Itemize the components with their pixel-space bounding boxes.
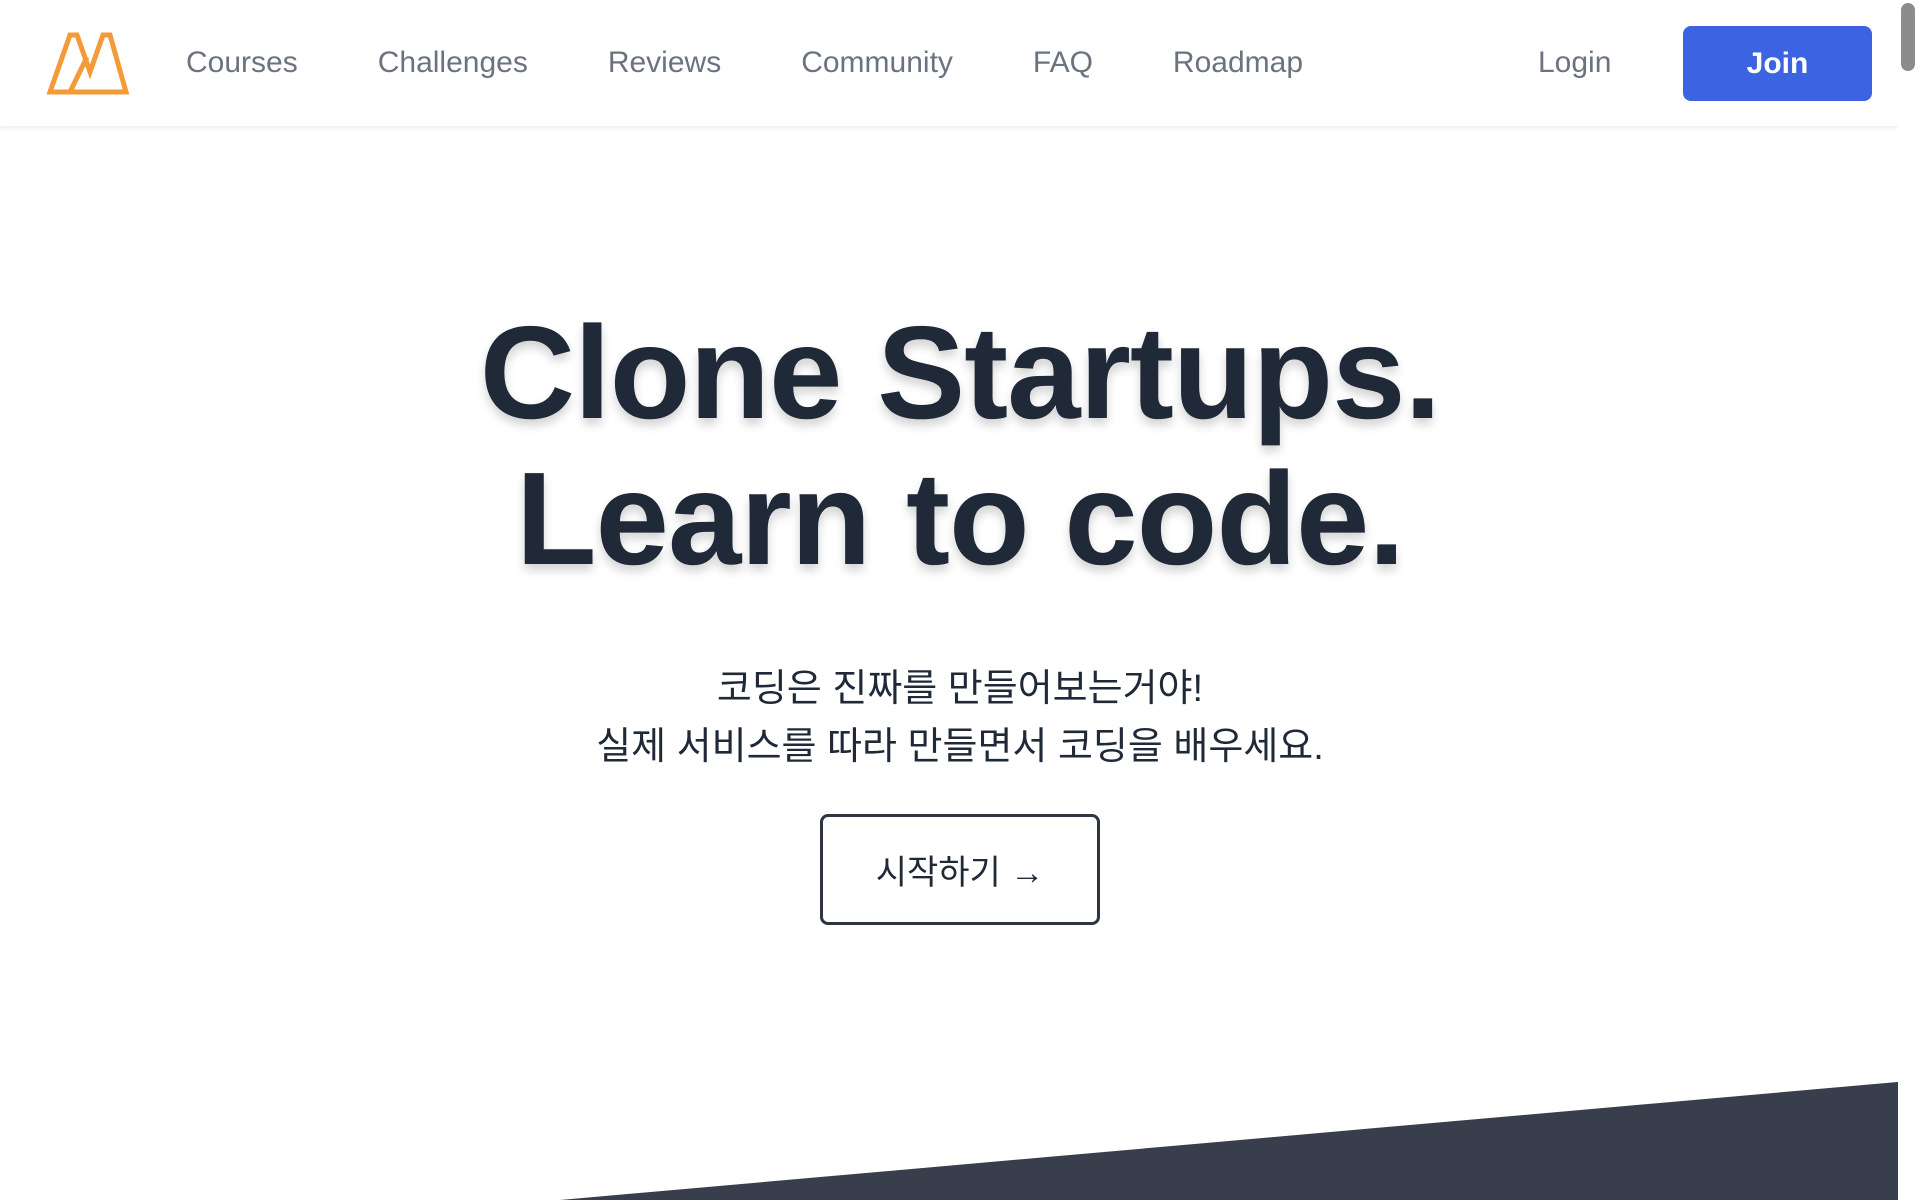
page: Courses Challenges Reviews Community FAQ… bbox=[0, 0, 1920, 1200]
main-nav: Courses Challenges Reviews Community FAQ… bbox=[186, 0, 1383, 126]
join-button[interactable]: Join bbox=[1683, 26, 1872, 101]
page-scrollbar-thumb[interactable] bbox=[1901, 3, 1915, 71]
nav-challenges[interactable]: Challenges bbox=[378, 46, 528, 80]
nav-reviews[interactable]: Reviews bbox=[608, 46, 721, 80]
nomad-logo-icon[interactable] bbox=[46, 30, 130, 96]
nav-courses[interactable]: Courses bbox=[186, 46, 298, 80]
page-scrollbar-track[interactable] bbox=[1898, 0, 1920, 1200]
top-navigation-bar: Courses Challenges Reviews Community FAQ… bbox=[0, 0, 1898, 126]
nav-faq[interactable]: FAQ bbox=[1033, 46, 1093, 80]
nav-community[interactable]: Community bbox=[801, 46, 953, 80]
login-link[interactable]: Login bbox=[1538, 0, 1611, 126]
nav-roadmap[interactable]: Roadmap bbox=[1173, 46, 1303, 80]
bottom-dark-band bbox=[560, 1080, 1920, 1200]
